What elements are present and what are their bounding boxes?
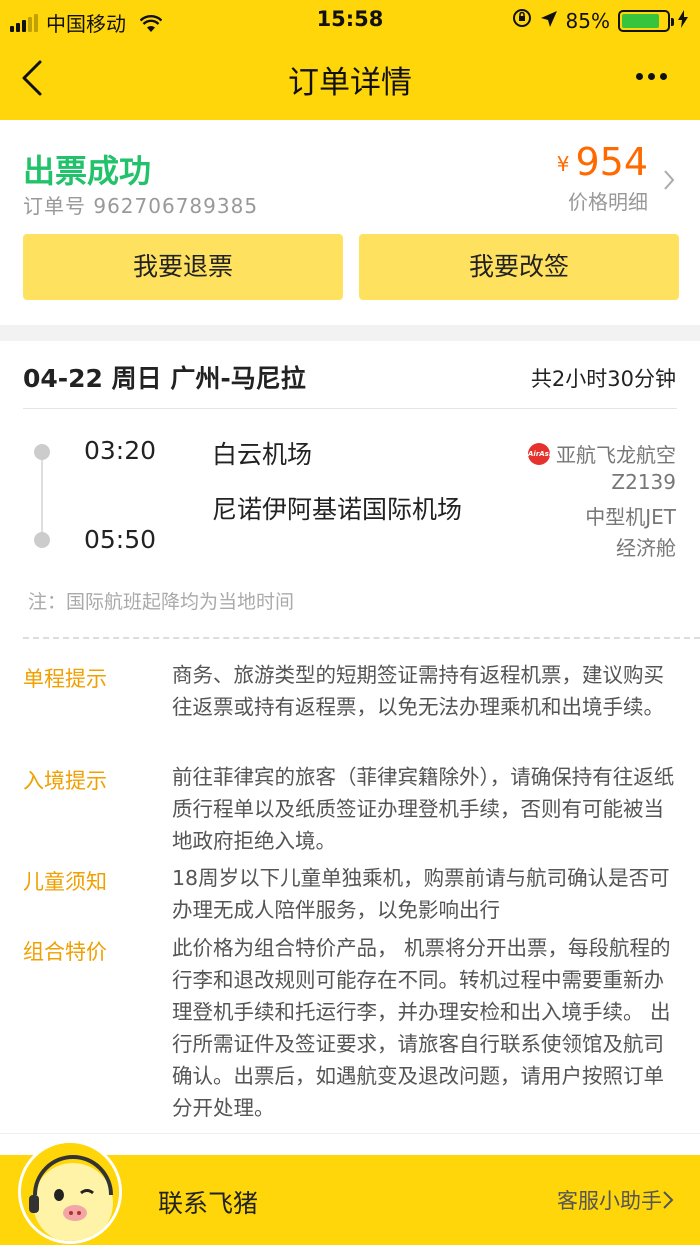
- charging-icon: [678, 9, 688, 33]
- flight-route: 04-22 周日 广州-马尼拉: [23, 364, 306, 393]
- tip-text-entry: 前往菲律宾的旅客（菲律宾籍除外），请确保持有往返纸质行程单以及纸质签证办理登机手…: [172, 765, 675, 853]
- change-ticket-button[interactable]: 我要改签: [359, 234, 679, 300]
- total-price: ¥954: [557, 140, 648, 186]
- arrival-time: 05:50: [84, 525, 157, 554]
- more-button[interactable]: [636, 66, 672, 86]
- tip-text-oneway: 商务、旅游类型的短期签证需持有返程机票，建议购买往返票或持有返程票，以免无法办理…: [172, 663, 664, 719]
- tip-text-children: 18周岁以下儿童单独乘机，购票前请与航司确认是否可办理无成人陪伴服务，以免影响出…: [172, 866, 670, 922]
- more-dots-icon: [636, 72, 643, 80]
- price-detail-link[interactable]: ¥954 价格明细: [557, 140, 648, 215]
- refund-button[interactable]: 我要退票: [23, 234, 343, 300]
- timeline-line: [41, 451, 43, 541]
- chevron-right-icon[interactable]: [662, 1190, 674, 1210]
- fliggy-mascot-icon[interactable]: [18, 1140, 122, 1244]
- contact-fliggy-label[interactable]: 联系飞猪: [158, 1184, 258, 1220]
- divider: [0, 1133, 700, 1134]
- chevron-right-icon[interactable]: [662, 168, 676, 192]
- dashed-divider: [23, 637, 700, 639]
- currency-symbol: ¥: [556, 152, 570, 176]
- price-detail-label: 价格明细: [568, 190, 648, 214]
- battery-percent: 85%: [565, 8, 610, 33]
- departure-airport: 白云机场: [212, 440, 313, 469]
- location-arrow-icon: [540, 9, 558, 33]
- flight-duration: 共2小时30分钟: [530, 367, 676, 391]
- order-status-card: 出票成功 订单号 962706789385 ¥954 价格明细 我要退票 我要改…: [0, 120, 700, 325]
- section-gap: [0, 325, 700, 341]
- ticket-status: 出票成功: [23, 152, 152, 190]
- airline-row: AirAsia 亚航飞龙航空: [528, 439, 676, 468]
- divider: [23, 408, 677, 409]
- departure-dot: [34, 444, 50, 460]
- tip-label-entry: 入境提示: [23, 769, 107, 793]
- flight-section: 04-22 周日 广州-马尼拉 共2小时30分钟 03:20 白云机场 05:5…: [0, 341, 700, 639]
- nav-bar: 订单详情: [0, 40, 700, 116]
- departure-time: 03:20: [84, 436, 157, 465]
- time-note: 注：国际航班起降均为当地时间: [28, 591, 295, 613]
- arrival-airport: 尼诺伊阿基诺国际机场: [212, 495, 463, 524]
- rotation-lock-icon: [512, 8, 532, 33]
- tip-label-children: 儿童须知: [23, 870, 107, 894]
- header: 中国移动 15:58 85% 订单详情: [0, 0, 700, 120]
- page-title: 订单详情: [288, 65, 412, 101]
- battery-icon: [618, 9, 674, 32]
- customer-service-assistant[interactable]: 客服小助手: [557, 1185, 662, 1215]
- arrival-dot: [34, 532, 50, 548]
- tip-label-combo: 组合特价: [23, 940, 107, 964]
- status-bar: 中国移动 15:58 85%: [0, 0, 700, 40]
- tip-text-combo: 此价格为组合特价产品， 机票将分开出票，每段航程的行李和退改规则可能存在不同。转…: [172, 936, 671, 1120]
- airasia-logo-icon: AirAsia: [528, 442, 556, 465]
- airline-name: 亚航飞龙航空: [556, 443, 676, 467]
- cabin-class: 经济舱: [616, 536, 676, 560]
- tip-label-oneway: 单程提示: [23, 667, 107, 691]
- aircraft-type: 中型机JET: [585, 505, 676, 529]
- flight-number: Z2139: [611, 470, 676, 494]
- price-value: 954: [575, 140, 648, 184]
- order-number: 订单号 962706789385: [23, 194, 259, 218]
